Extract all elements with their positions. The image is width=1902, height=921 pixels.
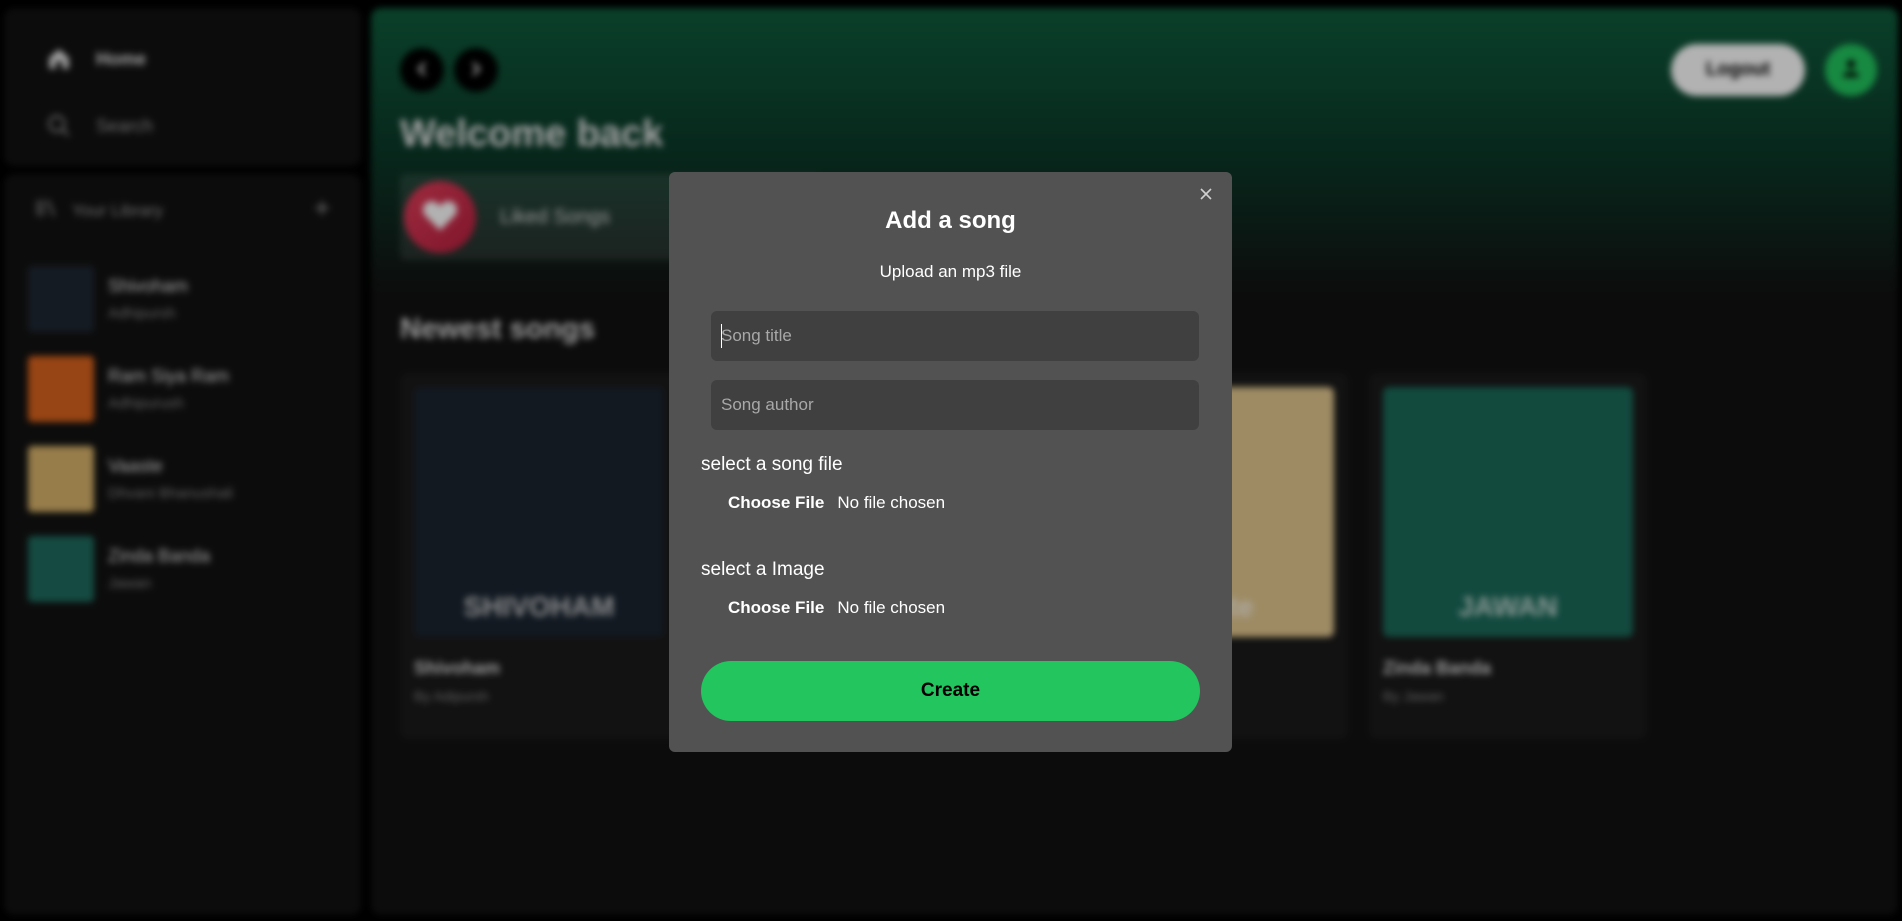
create-button[interactable]: Create	[701, 661, 1200, 721]
modal-description: Upload an mp3 file	[879, 262, 1022, 281]
text-caret	[721, 324, 722, 348]
song-file-label: select a song file	[701, 454, 843, 475]
close-button[interactable]	[1194, 184, 1218, 208]
close-icon	[1199, 187, 1213, 206]
song-file-status: No file chosen	[837, 493, 946, 512]
image-choose-file-button[interactable]: Choose File	[728, 598, 824, 618]
song-file-input[interactable]: Choose File No file chosen	[728, 493, 945, 513]
song-choose-file-button[interactable]: Choose File	[728, 493, 824, 513]
image-file-label: select a Image	[701, 559, 825, 580]
image-file-input[interactable]: Choose File No file chosen	[728, 598, 945, 618]
song-author-input[interactable]	[711, 380, 1199, 430]
image-file-status: No file chosen	[837, 598, 946, 617]
modal-title: Add a song	[885, 207, 1016, 234]
add-song-modal: Add a song Upload an mp3 file select a s…	[669, 172, 1232, 752]
song-title-input[interactable]	[711, 311, 1199, 361]
